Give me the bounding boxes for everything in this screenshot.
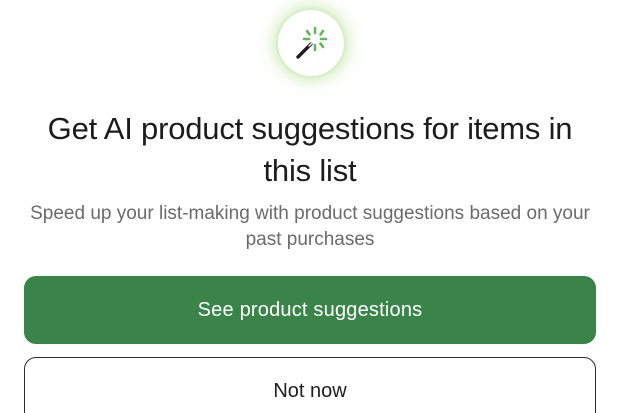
see-product-suggestions-button[interactable]: See product suggestions: [24, 276, 596, 344]
suggestions-dialog: Get AI product suggestions for items in …: [0, 0, 620, 413]
not-now-button[interactable]: Not now: [24, 357, 596, 413]
dialog-subtitle: Speed up your list-making with product s…: [30, 203, 590, 250]
dialog-title: Get AI product suggestions for items in …: [47, 111, 573, 188]
magic-wand-icon: [278, 10, 344, 76]
magic-wand-sparkle-icon: [296, 26, 328, 59]
